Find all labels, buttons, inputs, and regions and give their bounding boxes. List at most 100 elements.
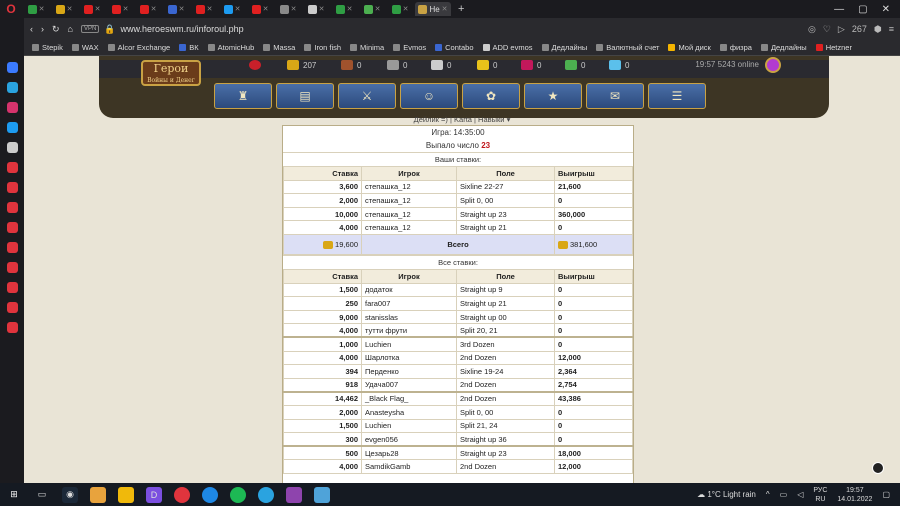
tab[interactable]: ✕ [163, 2, 189, 16]
history-icon[interactable] [6, 262, 18, 273]
bookmark[interactable]: Massa [263, 43, 295, 52]
tab[interactable]: ✕ [331, 2, 357, 16]
tab[interactable]: ✕ [275, 2, 301, 16]
tab[interactable]: ✕ [387, 2, 413, 16]
player-link[interactable]: степашка_12 [361, 193, 457, 208]
player-icon[interactable]: ▷ [838, 24, 845, 35]
nav-map-button[interactable]: ▤ [276, 83, 334, 109]
box-icon[interactable] [6, 282, 18, 293]
bookmark[interactable]: Валютный счет [596, 43, 659, 52]
heart-icon[interactable]: ♡ [823, 24, 831, 35]
minimize-icon[interactable]: — [834, 4, 844, 15]
player-link[interactable]: Luchien [361, 418, 457, 434]
app-icon[interactable]: D [146, 486, 162, 503]
player-link[interactable]: Цезарь28 [361, 445, 457, 461]
reload-icon[interactable]: ↻ [52, 24, 60, 35]
nav-battles-button[interactable]: ⚔ [338, 83, 396, 109]
nav-home-button[interactable]: ♜ [214, 83, 272, 109]
clock[interactable]: 19:57 14.01.2022 [837, 486, 872, 504]
maximize-icon[interactable]: ▢ [858, 4, 867, 15]
tab[interactable]: ✕ [107, 2, 133, 16]
opera-icon[interactable] [174, 486, 190, 503]
player-link[interactable]: _Black Flag_ [361, 390, 457, 406]
extensions-icon[interactable]: ⬢ [874, 24, 882, 35]
messenger-icon[interactable] [6, 62, 18, 73]
twitter-icon[interactable] [6, 122, 18, 133]
nav-rating-button[interactable]: ★ [524, 83, 582, 109]
tab[interactable]: ✕ [51, 2, 77, 16]
url-text[interactable]: www.heroeswm.ru/inforoul.php [121, 24, 244, 34]
weather[interactable]: ☁ 1°C Light rain [697, 490, 756, 499]
player-link[interactable]: Anasteysha [361, 404, 457, 420]
bookmark[interactable]: Alcor Exchange [107, 43, 170, 52]
player-link[interactable]: тутти фрути [361, 323, 457, 338]
notifications-icon[interactable]: ▢ [882, 490, 890, 499]
bookmark[interactable]: Hetzner [815, 43, 852, 52]
visual-studio-icon[interactable] [286, 486, 302, 503]
menu-icon[interactable]: ≡ [889, 24, 894, 35]
health-indicator[interactable] [249, 60, 261, 70]
nav-character-button[interactable]: ☺ [400, 83, 458, 109]
url-field[interactable]: VPN 🔒 www.heroeswm.ru/inforoul.php [80, 24, 800, 35]
task-view-icon[interactable]: ▭ [34, 487, 50, 503]
bookmark[interactable]: ВК [179, 43, 199, 52]
badge-icon[interactable]: 267 [852, 24, 867, 35]
bookmark[interactable]: ADD evmos [482, 43, 533, 52]
tab-active[interactable]: Не ✕ [415, 2, 451, 16]
tray-chevron-icon[interactable]: ^ [766, 490, 770, 499]
player-link[interactable]: степашка_12 [361, 179, 457, 195]
player-link[interactable]: Luchien [361, 336, 457, 352]
resource-gold[interactable]: 207 [287, 60, 316, 70]
sub-navigation[interactable]: Дейлик =) | Karta | Навыки ▾ [24, 115, 900, 124]
spotify-icon[interactable] [230, 486, 246, 503]
resource-diamonds[interactable]: 0 [609, 60, 629, 70]
player-link[interactable]: fara007 [361, 296, 457, 311]
binance-icon[interactable] [118, 486, 134, 503]
heart-icon[interactable] [6, 222, 18, 233]
instagram-icon[interactable] [6, 102, 18, 113]
bookmark[interactable]: Evmos [393, 43, 426, 52]
tab[interactable]: ✕ [191, 2, 217, 16]
more-icon[interactable] [6, 322, 18, 333]
resource-crystal[interactable]: 0 [521, 60, 541, 70]
nav-forum-button[interactable]: ☰ [648, 83, 706, 109]
player-link[interactable]: stanisslas [361, 309, 457, 325]
bookmark[interactable]: AtomicHub [207, 43, 254, 52]
bookmark[interactable]: Contabo [435, 43, 474, 52]
resource-ore[interactable]: 0 [387, 60, 407, 70]
player-icon[interactable] [6, 162, 18, 173]
tab[interactable]: ✕ [359, 2, 385, 16]
windows-start-icon[interactable]: ⊞ [6, 487, 22, 503]
discord-icon[interactable] [6, 142, 18, 153]
bookmark[interactable]: WAX [71, 43, 99, 52]
resource-mercury[interactable]: 0 [431, 60, 451, 70]
tab[interactable]: ✕ [219, 2, 245, 16]
bookmark[interactable]: Stepik [32, 43, 63, 52]
telegram-icon[interactable] [6, 82, 18, 93]
tab[interactable]: ✕ [23, 2, 49, 16]
tab[interactable]: ✕ [135, 2, 161, 16]
steam-icon[interactable]: ◉ [62, 486, 78, 503]
tab[interactable]: ✕ [303, 2, 329, 16]
resource-gems[interactable]: 0 [565, 60, 585, 70]
home-icon[interactable]: ⌂ [68, 24, 73, 34]
resource-wood[interactable]: 0 [341, 60, 361, 70]
folder-icon[interactable] [90, 486, 106, 503]
edit-icon[interactable] [6, 242, 18, 253]
send-icon[interactable] [6, 182, 18, 193]
player-link[interactable]: додаток [361, 282, 457, 298]
language-indicator[interactable]: РУС RU [813, 486, 827, 504]
player-link[interactable]: степашка_12 [361, 220, 457, 235]
player-link[interactable]: SamdikGamb [361, 459, 457, 474]
bookmark[interactable]: Iron fish [304, 43, 341, 52]
telegram-icon[interactable] [258, 486, 274, 503]
close-icon[interactable]: ✕ [882, 4, 890, 15]
edge-icon[interactable] [202, 486, 218, 503]
player-link[interactable]: Шарлотка [361, 350, 457, 366]
opera-logo-icon[interactable]: O [0, 0, 22, 18]
player-link[interactable]: Перденко [361, 364, 457, 379]
bookmark[interactable]: Дедлайны [760, 43, 807, 52]
nav-mail-button[interactable]: ✉ [586, 83, 644, 109]
nav-tavern-button[interactable]: ✿ [462, 83, 520, 109]
volume-icon[interactable]: ◁ [797, 490, 803, 499]
